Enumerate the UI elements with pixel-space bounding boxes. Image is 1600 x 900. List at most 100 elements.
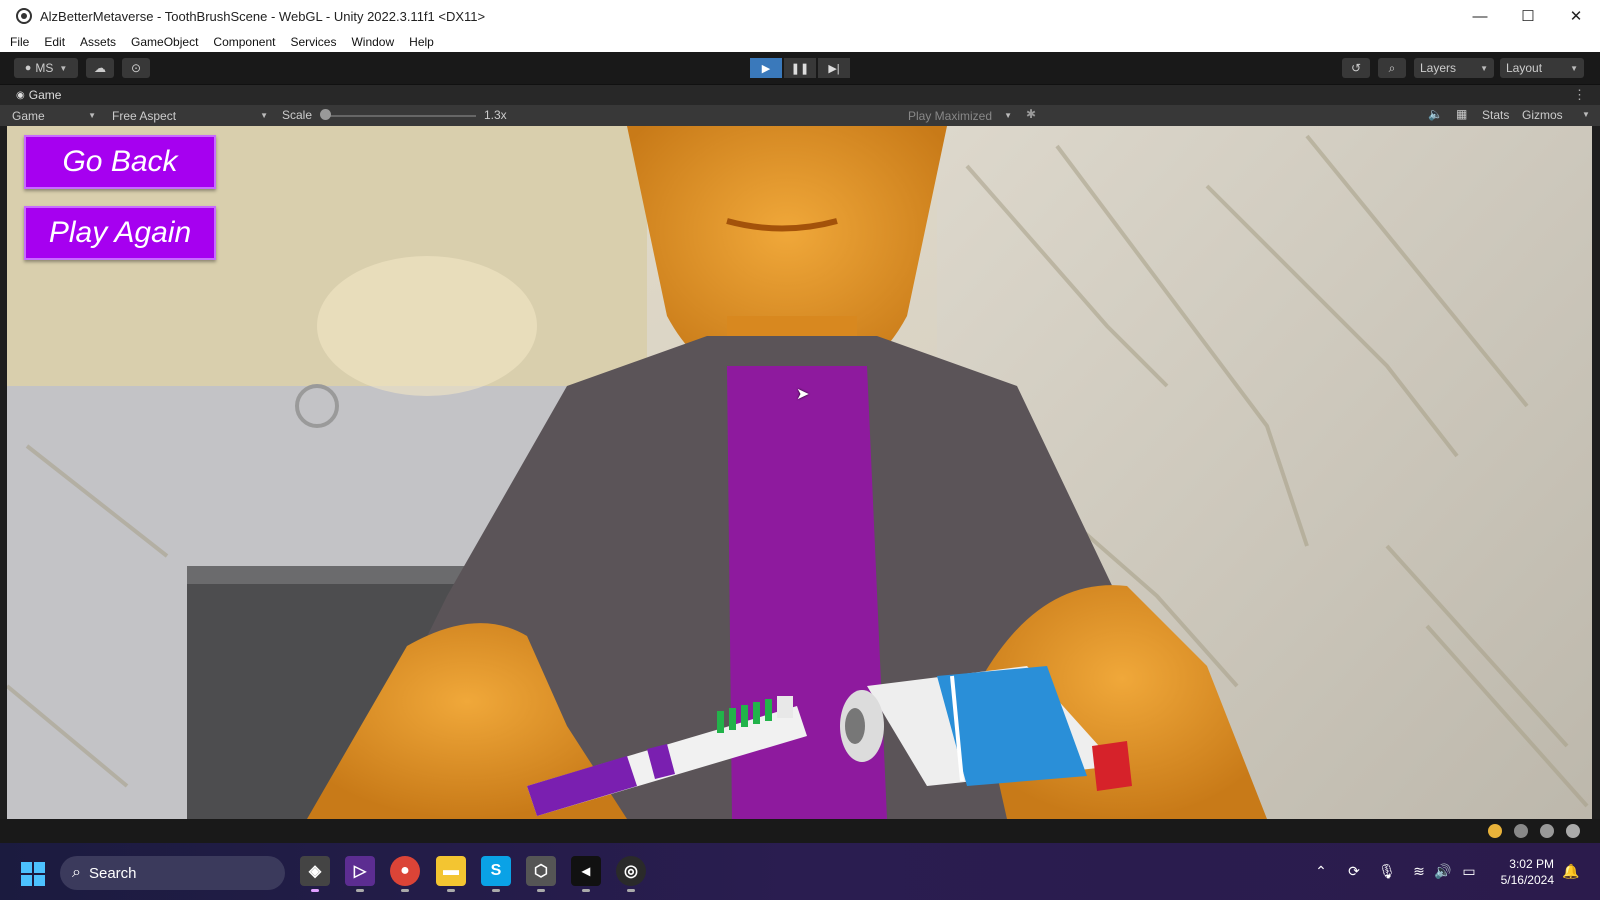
menu-services[interactable]: Services (290, 35, 336, 49)
account-dropdown[interactable]: ● MS ▼ (14, 58, 78, 78)
debug-icon[interactable] (1488, 824, 1502, 838)
chevron-up-icon[interactable]: ⌃ (1312, 862, 1330, 880)
running-indicator (311, 889, 319, 892)
chrome-icon[interactable]: ● (390, 856, 420, 892)
close-button[interactable]: ✕ (1552, 0, 1600, 32)
menu-edit[interactable]: Edit (44, 35, 65, 49)
microphone-icon[interactable]: 🎙 (1378, 862, 1396, 880)
layers-dropdown[interactable]: Layers ▼ (1414, 58, 1494, 78)
menu-bar: File Edit Assets GameObject Component Se… (0, 32, 1600, 52)
cloud-icon: ☁ (94, 61, 106, 75)
windows-icon[interactable] (21, 862, 45, 886)
account-icon: ● (24, 62, 32, 74)
chevron-down-icon[interactable]: ▼ (1582, 110, 1590, 119)
go-back-button[interactable]: Go Back (24, 135, 216, 189)
tab-game[interactable]: ◉ Game (16, 88, 61, 102)
scale-slider-track[interactable] (326, 115, 476, 117)
layout-dropdown[interactable]: Layout ▼ (1500, 58, 1584, 78)
more-options-icon[interactable]: ⋮ (1573, 87, 1586, 103)
game-view[interactable]: Go Back Play Again ➤ (7, 126, 1592, 819)
window-controls: — ☐ ✕ (1456, 0, 1600, 32)
taskbar-search-label: Search (88, 864, 137, 882)
play-icon: ▶ (761, 62, 771, 75)
stats-button[interactable]: Stats (1482, 108, 1509, 122)
history-icon: ↺ (1350, 61, 1362, 75)
chevron-down-icon: ▼ (88, 111, 96, 120)
collab-button[interactable]: ⊙ (122, 58, 150, 78)
play-button[interactable]: ▶ (750, 58, 782, 78)
mute-audio-icon[interactable]: 🔈 (1428, 107, 1443, 121)
running-indicator (401, 889, 409, 892)
volume-icon[interactable]: 🔊 (1434, 862, 1452, 880)
search-button[interactable]: ⌕ (1378, 58, 1406, 78)
sync-icon[interactable]: ⟳ (1345, 862, 1363, 880)
menu-assets[interactable]: Assets (80, 35, 116, 49)
unity-hub-icon[interactable]: ⬡ (526, 856, 556, 892)
chevron-down-icon: ▼ (1570, 63, 1578, 73)
wifi-icon[interactable]: ≋ (1410, 862, 1428, 880)
gamepad-icon: ◉ (16, 89, 25, 101)
aspect-label: Free Aspect (112, 108, 177, 123)
running-indicator (537, 889, 545, 892)
display-dropdown[interactable]: Game ▼ (8, 107, 100, 124)
play-mode-label: Play Maximized (908, 108, 993, 123)
skype-icon[interactable]: S (481, 856, 511, 892)
status-bar (0, 819, 1600, 843)
clock-time: 3:02 PM (1509, 857, 1554, 871)
windows-taskbar: ⌕ Search ◈ ▷ ● ▬ S ⬡ ◂ ◎ ⌃ ⟳ 🎙 ≋ 🔊 ▭ 3:0… (0, 843, 1600, 900)
game-scene-render (7, 126, 1592, 819)
menu-component[interactable]: Component (213, 35, 275, 49)
visual-studio-icon[interactable]: ▷ (345, 856, 375, 892)
game-controls-bar: Game ▼ Free Aspect ▼ Scale 1.3x Play Max… (0, 105, 1600, 126)
menu-window[interactable]: Window (351, 35, 394, 49)
cloud-button[interactable]: ☁ (86, 58, 114, 78)
progress-icon[interactable] (1514, 824, 1528, 838)
system-clock[interactable]: 3:02 PM 5/16/2024 (1501, 856, 1554, 888)
scale-slider-handle[interactable] (320, 109, 331, 120)
gizmos-button[interactable]: Gizmos (1522, 108, 1563, 122)
frame-debug-icon[interactable]: ▦ (1456, 107, 1467, 121)
undo-history-button[interactable]: ↺ (1342, 58, 1370, 78)
play-again-button[interactable]: Play Again (24, 206, 216, 260)
menu-help[interactable]: Help (409, 35, 434, 49)
terminal-icon[interactable]: ◂ (571, 856, 601, 892)
clock-date: 5/16/2024 (1500, 873, 1554, 887)
pause-icon: ❚❚ (790, 62, 810, 75)
unity-app-icon (16, 8, 32, 24)
maximize-button[interactable]: ☐ (1504, 0, 1552, 32)
chevron-down-icon: ▼ (1004, 111, 1012, 120)
aspect-dropdown[interactable]: Free Aspect ▼ (108, 107, 272, 124)
running-indicator (627, 889, 635, 892)
main-toolbar: ● MS ▼ ☁ ⊙ ▶ ❚❚ ▶| ↺ ⌕ Layers ▼ Layout ▼ (0, 52, 1600, 84)
play-controls: ▶ ❚❚ ▶| (750, 58, 852, 78)
menu-file[interactable]: File (10, 35, 29, 49)
window-title: AlzBetterMetaverse - ToothBrushScene - W… (40, 8, 486, 24)
layout-label: Layout (1506, 61, 1543, 75)
step-button[interactable]: ▶| (818, 58, 850, 78)
file-explorer-icon[interactable]: ▬ (436, 856, 466, 892)
pause-button[interactable]: ❚❚ (784, 58, 816, 78)
title-bar: AlzBetterMetaverse - ToothBrushScene - W… (0, 0, 1600, 32)
notifications-icon[interactable] (1566, 824, 1580, 838)
running-indicator (447, 889, 455, 892)
scale-value: 1.3x (484, 108, 507, 122)
battery-icon[interactable]: ▭ (1460, 862, 1478, 880)
cache-server-icon[interactable] (1540, 824, 1554, 838)
notification-bell-icon[interactable]: 🔔 (1562, 862, 1580, 880)
taskbar-search[interactable]: ⌕ Search (60, 856, 285, 890)
settings-icon: ⊙ (130, 61, 142, 75)
chevron-down-icon: ▼ (260, 111, 268, 120)
obs-icon[interactable]: ◎ (616, 856, 646, 892)
account-label: MS (35, 61, 54, 75)
tab-game-label: Game (28, 88, 62, 102)
unity-icon[interactable]: ◈ (300, 856, 330, 892)
scale-label: Scale (282, 108, 313, 122)
mouse-cursor-icon: ➤ (796, 386, 810, 403)
menu-gameobject[interactable]: GameObject (131, 35, 198, 49)
minimize-button[interactable]: — (1456, 0, 1504, 32)
running-indicator (356, 889, 364, 892)
search-icon: ⌕ (1388, 60, 1396, 75)
play-mode-dropdown[interactable]: Play Maximized ▼ (904, 107, 1016, 124)
view-tab-bar: ◉ Game ⋮ (0, 84, 1600, 105)
bug-icon[interactable]: ✱ (1026, 107, 1036, 121)
